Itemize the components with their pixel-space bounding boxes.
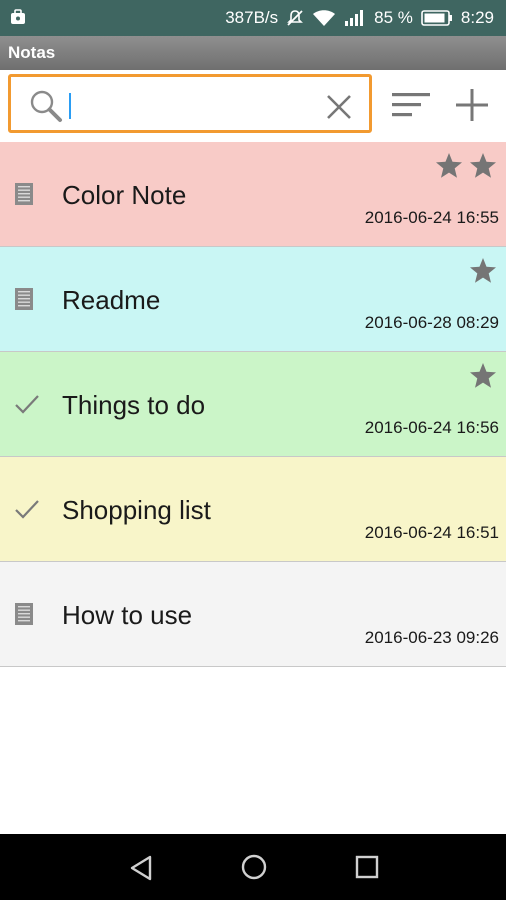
signal-icon [345, 10, 364, 26]
note-item[interactable]: How to use 2016-06-23 09:26 [0, 562, 506, 667]
battery-icon [421, 10, 452, 26]
clock: 8:29 [460, 8, 494, 27]
note-icon [14, 392, 40, 421]
star-rating [469, 257, 497, 284]
checkmark-icon [15, 500, 39, 519]
note-title: Things to do [62, 390, 206, 420]
text-note-icon [15, 183, 33, 205]
search-box[interactable] [8, 74, 372, 133]
note-icon [14, 497, 40, 526]
text-cursor [69, 93, 71, 119]
note-icon [14, 287, 34, 316]
note-date: 2016-06-28 08:29 [364, 313, 499, 332]
text-note-icon [15, 288, 33, 310]
clear-icon[interactable] [325, 93, 353, 121]
text-note-icon [15, 603, 33, 625]
add-icon[interactable] [454, 87, 490, 123]
note-icon [14, 602, 34, 631]
star-icon [436, 153, 462, 178]
note-date: 2016-06-24 16:56 [364, 418, 499, 437]
star-rating [435, 152, 497, 179]
toolbar [0, 70, 506, 142]
bag-icon [11, 9, 25, 24]
navigation-bar [0, 834, 506, 900]
note-item[interactable]: Things to do 2016-06-24 16:56 [0, 352, 506, 457]
mute-icon [287, 10, 304, 26]
checkmark-icon [15, 395, 39, 414]
notes-list: Color Note 2016-06-24 16:55 Readme 2016-… [0, 142, 506, 667]
note-date: 2016-06-24 16:55 [364, 208, 499, 227]
note-icon [14, 182, 34, 211]
sort-icon[interactable] [390, 90, 432, 120]
search-icon [30, 90, 62, 122]
note-title: Color Note [62, 180, 187, 210]
note-item[interactable]: Readme 2016-06-28 08:29 [0, 247, 506, 352]
star-icon [470, 153, 496, 178]
star-rating [469, 362, 497, 389]
battery-percent: 85 % [374, 8, 413, 27]
title-bar: Notas [0, 36, 506, 70]
star-icon [470, 258, 496, 283]
app-title: Notas [8, 43, 56, 62]
status-bar: 387B/s 85 % 8:29 [0, 0, 506, 36]
recent-apps-icon[interactable] [354, 854, 380, 880]
note-title: Readme [62, 285, 161, 315]
network-speed: 387B/s [225, 8, 279, 27]
note-date: 2016-06-24 16:51 [364, 523, 499, 542]
note-title: How to use [62, 600, 193, 630]
note-date: 2016-06-23 09:26 [364, 628, 499, 647]
search-input[interactable] [67, 89, 307, 119]
note-item[interactable]: Color Note 2016-06-24 16:55 [0, 142, 506, 247]
home-icon[interactable] [240, 853, 268, 881]
note-item[interactable]: Shopping list 2016-06-24 16:51 [0, 457, 506, 562]
back-icon[interactable] [128, 854, 154, 882]
note-title: Shopping list [62, 495, 211, 525]
wifi-icon [313, 10, 336, 26]
star-icon [470, 363, 496, 388]
